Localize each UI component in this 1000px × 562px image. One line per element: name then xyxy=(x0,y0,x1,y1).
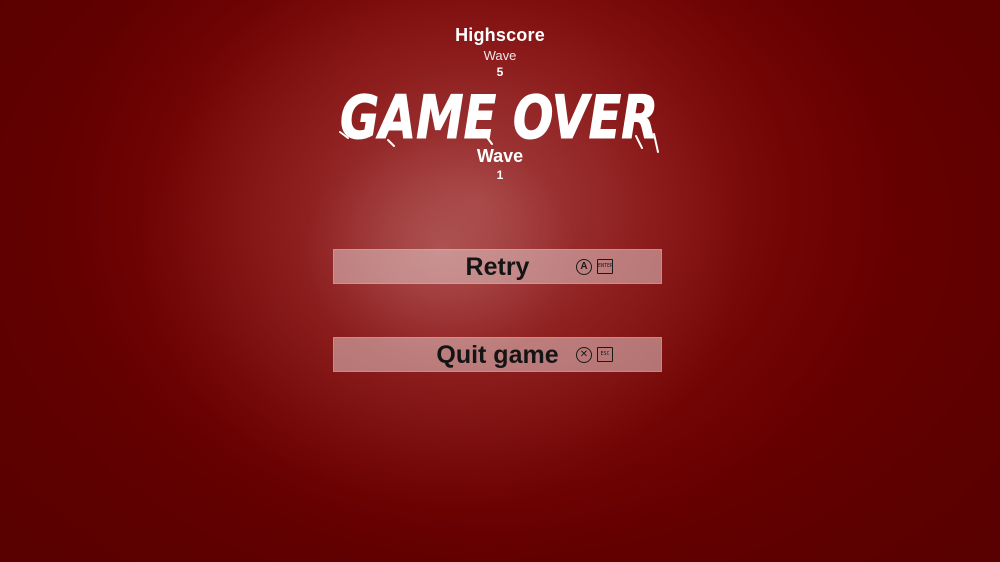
enter-key-icon: ENTER xyxy=(597,259,613,274)
game-over-screen: Highscore Wave 5 GAME OVER Wave 1 Retry … xyxy=(0,0,1000,562)
retry-input-hints: A ENTER xyxy=(576,259,616,275)
game-over-text: GAME OVER xyxy=(340,83,658,153)
retry-button[interactable]: Retry A ENTER xyxy=(333,249,662,284)
esc-key-icon: ESC xyxy=(597,347,613,362)
highscore-title: Highscore xyxy=(455,25,545,45)
current-wave-value: 1 xyxy=(496,168,504,182)
highscore-label: Wave xyxy=(483,48,517,63)
quit-game-button[interactable]: Quit game ✕ ESC xyxy=(333,337,662,372)
gamepad-a-icon: A xyxy=(576,259,592,275)
current-wave-label: Wave xyxy=(476,146,524,166)
gamepad-x-icon: ✕ xyxy=(576,347,592,363)
quit-input-hints: ✕ ESC xyxy=(576,347,616,363)
